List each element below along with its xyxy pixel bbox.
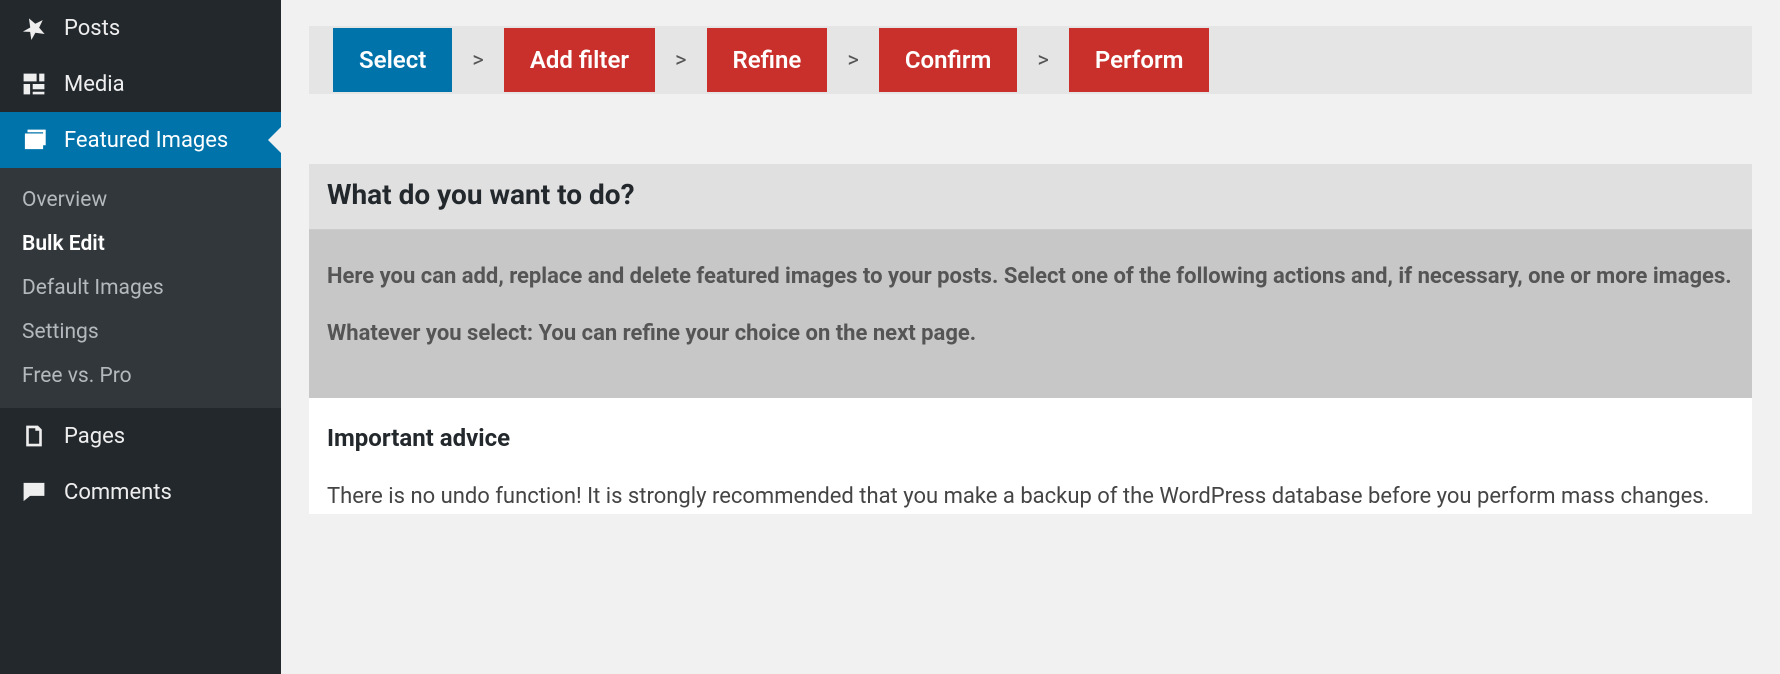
intro-text-1: Here you can add, replace and delete fea… xyxy=(327,260,1734,293)
advice-card: Important advice There is no undo functi… xyxy=(309,398,1752,514)
sidebar-item-label: Media xyxy=(64,72,125,97)
sidebar-item-comments[interactable]: Comments xyxy=(0,464,281,520)
step-separator: > xyxy=(827,48,879,73)
sidebar-item-label: Posts xyxy=(64,16,120,41)
sidebar-item-label: Featured Images xyxy=(64,128,228,153)
sidebar-item-featured-images[interactable]: Featured Images xyxy=(0,112,281,168)
images-icon xyxy=(18,124,50,156)
submenu-item-overview[interactable]: Overview xyxy=(0,178,281,222)
step-add-filter[interactable]: Add filter xyxy=(504,28,655,92)
submenu-item-bulk-edit[interactable]: Bulk Edit xyxy=(0,222,281,266)
sidebar-item-label: Comments xyxy=(64,480,172,505)
media-icon xyxy=(18,68,50,100)
step-separator: > xyxy=(655,48,707,73)
submenu-item-settings[interactable]: Settings xyxy=(0,310,281,354)
advice-text: There is no undo function! It is strongl… xyxy=(327,480,1734,514)
intro-text-2: Whatever you select: You can refine your… xyxy=(327,317,1734,350)
submenu-item-free-vs-pro[interactable]: Free vs. Pro xyxy=(0,354,281,398)
submenu-item-default-images[interactable]: Default Images xyxy=(0,266,281,310)
step-confirm[interactable]: Confirm xyxy=(879,28,1018,92)
intro-panel-title: What do you want to do? xyxy=(327,178,1734,211)
admin-sidebar: Posts Media Featured Images Overview Bul… xyxy=(0,0,281,674)
step-separator: > xyxy=(1017,48,1069,73)
step-refine[interactable]: Refine xyxy=(707,28,828,92)
intro-panel: What do you want to do? Here you can add… xyxy=(309,164,1752,398)
intro-panel-body: Here you can add, replace and delete fea… xyxy=(309,230,1752,398)
step-select[interactable]: Select xyxy=(333,28,452,92)
sidebar-item-pages[interactable]: Pages xyxy=(0,408,281,464)
step-perform[interactable]: Perform xyxy=(1069,28,1210,92)
wizard-steps: Select > Add filter > Refine > Confirm >… xyxy=(309,26,1752,94)
sidebar-item-media[interactable]: Media xyxy=(0,56,281,112)
sidebar-submenu: Overview Bulk Edit Default Images Settin… xyxy=(0,168,281,408)
sidebar-item-posts[interactable]: Posts xyxy=(0,0,281,56)
sidebar-item-label: Pages xyxy=(64,424,125,449)
step-separator: > xyxy=(452,48,504,73)
pages-icon xyxy=(18,420,50,452)
pin-icon xyxy=(18,12,50,44)
intro-panel-header: What do you want to do? xyxy=(309,164,1752,230)
comments-icon xyxy=(18,476,50,508)
advice-title: Important advice xyxy=(327,424,1734,452)
main-content: Select > Add filter > Refine > Confirm >… xyxy=(281,0,1780,674)
advice-body: There is no undo function! It is strongl… xyxy=(327,480,1734,514)
